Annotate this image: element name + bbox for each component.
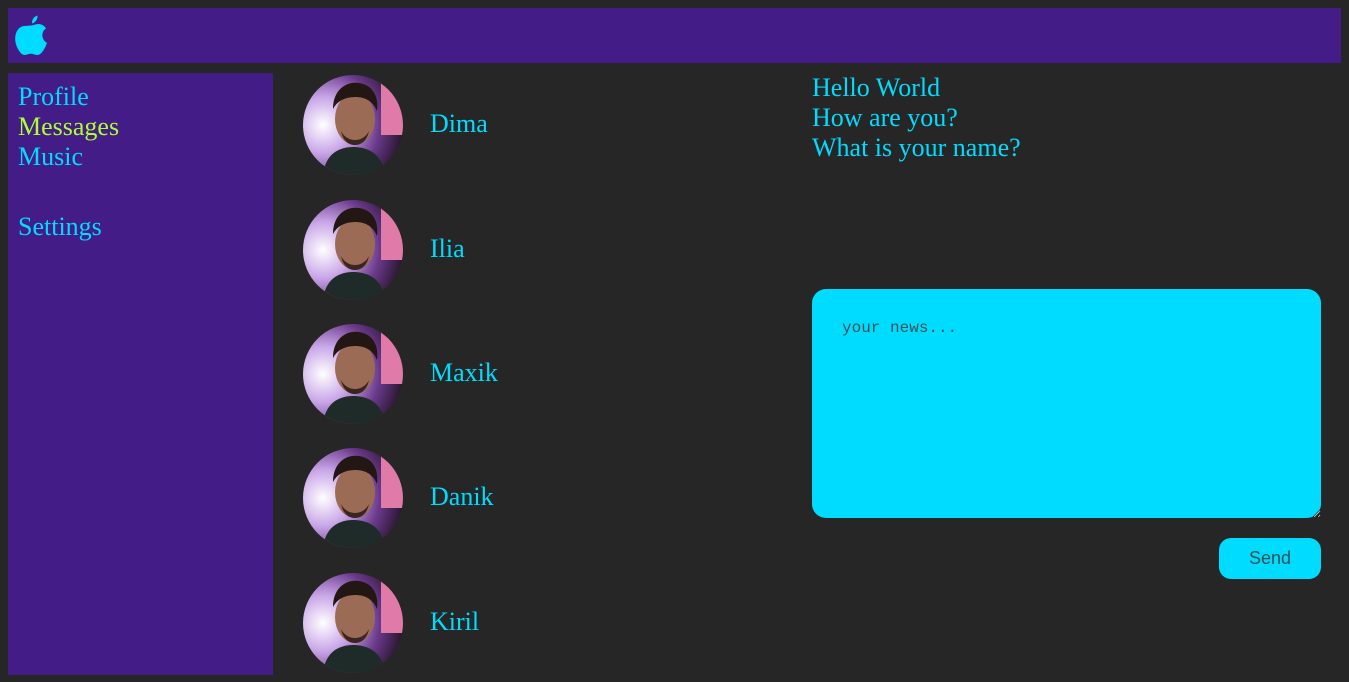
user-avatar-image: [303, 324, 403, 424]
message-item: Hello World: [812, 73, 941, 102]
dialog-item-dima[interactable]: Dima: [303, 75, 783, 175]
sidebar-item-settings[interactable]: Settings: [18, 212, 102, 242]
sidebar-item-music[interactable]: Music: [18, 142, 83, 172]
app-header: [8, 8, 1341, 63]
dialog-name: Ilia: [430, 234, 465, 263]
dialog-item-danik[interactable]: Danik: [303, 448, 783, 548]
user-avatar-image: [303, 448, 403, 548]
messages-list: Hello World How are you? What is your na…: [812, 73, 1021, 163]
dialog-name: Danik: [430, 482, 494, 511]
dialog-item-kiril[interactable]: Kiril: [303, 573, 783, 673]
sidebar-nav: Profile Messages Music Settings: [8, 73, 273, 675]
apple-logo-icon[interactable]: [14, 14, 48, 56]
dialog-name: Maxik: [430, 358, 498, 387]
send-button[interactable]: Send: [1219, 538, 1321, 579]
dialog-item-maxik[interactable]: Maxik: [303, 324, 783, 424]
user-avatar-image: [303, 200, 403, 300]
message-item: How are you?: [812, 103, 958, 132]
dialog-name: Kiril: [430, 607, 480, 636]
message-item: What is your name?: [812, 133, 1021, 162]
sidebar-item-profile[interactable]: Profile: [18, 82, 89, 112]
dialog-name: Dima: [430, 109, 488, 138]
news-input[interactable]: [812, 289, 1321, 518]
user-avatar-image: [303, 75, 403, 175]
sidebar-item-messages[interactable]: Messages: [18, 112, 119, 142]
dialog-item-ilia[interactable]: Ilia: [303, 200, 783, 300]
user-avatar-image: [303, 573, 403, 673]
